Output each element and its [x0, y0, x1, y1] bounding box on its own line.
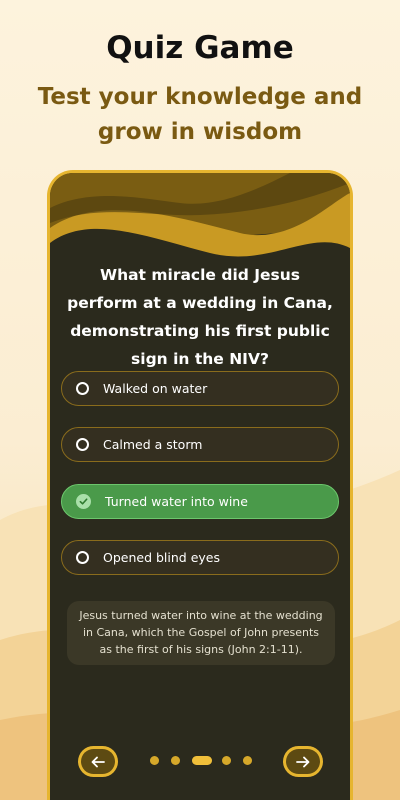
pagination-dot-active[interactable]	[192, 756, 212, 765]
radio-circle-icon	[76, 382, 89, 395]
arrow-right-icon	[286, 749, 320, 774]
pagination-dot[interactable]	[150, 756, 159, 765]
answer-option-3-correct[interactable]: Turned water into wine	[61, 484, 339, 519]
phone-screen: What miracle did Jesus perform at a wedd…	[47, 170, 353, 800]
check-circle-icon	[76, 494, 91, 509]
answer-explanation: Jesus turned water into wine at the wedd…	[67, 601, 335, 665]
promo-subtitle: Test your knowledge and grow in wisdom	[37, 84, 363, 145]
promo-title: Quiz Game	[106, 30, 294, 66]
pagination-dot[interactable]	[222, 756, 231, 765]
answer-option-4[interactable]: Opened blind eyes	[61, 540, 339, 575]
next-question-button[interactable]	[283, 746, 323, 777]
header-wave	[50, 173, 350, 257]
answer-option-label: Opened blind eyes	[103, 550, 220, 565]
answer-option-1[interactable]: Walked on water	[61, 371, 339, 406]
question-text: What miracle did Jesus perform at a wedd…	[67, 266, 333, 368]
answer-option-label: Walked on water	[103, 381, 208, 396]
answer-option-label: Turned water into wine	[105, 494, 248, 509]
pagination-dot[interactable]	[243, 756, 252, 765]
answer-option-label: Calmed a storm	[103, 437, 203, 452]
radio-circle-icon	[76, 551, 89, 564]
pagination-dot[interactable]	[171, 756, 180, 765]
radio-circle-icon	[76, 438, 89, 451]
answer-option-2[interactable]: Calmed a storm	[61, 427, 339, 462]
